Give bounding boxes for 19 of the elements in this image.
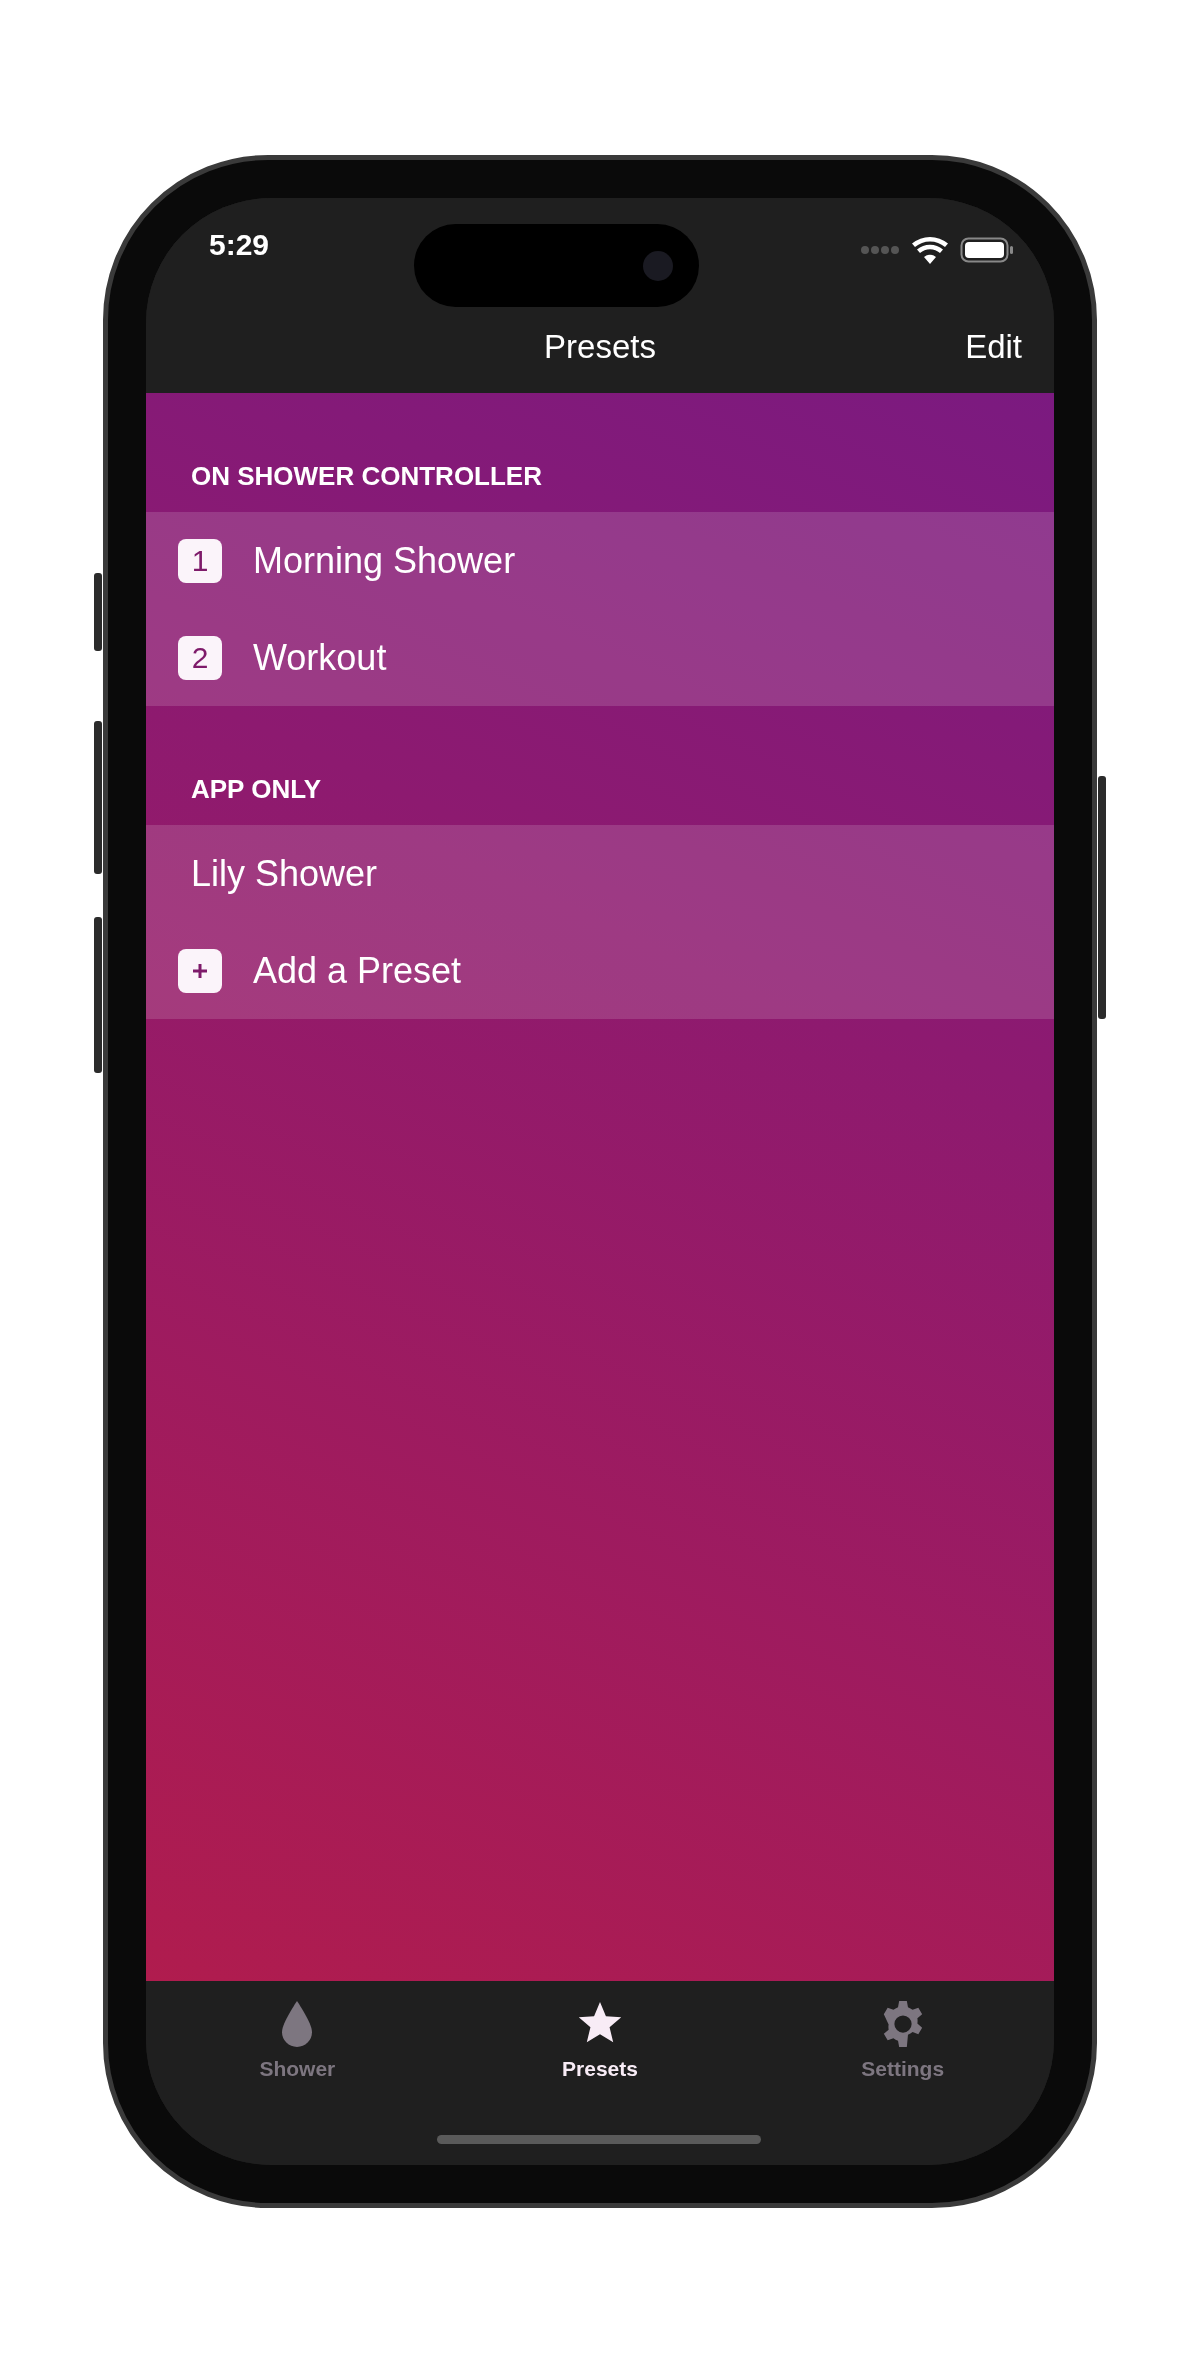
section-header: APP ONLY	[191, 774, 322, 805]
preset-name[interactable]: Workout	[253, 636, 387, 679]
preset-name[interactable]: Lily Shower	[191, 852, 378, 895]
screen-title: Presets	[544, 328, 656, 365]
edit-button[interactable]: Edit	[965, 328, 1022, 366]
number-badge: 2	[178, 635, 222, 680]
tab-item[interactable]: Shower	[146, 1981, 449, 2165]
tab-item[interactable]: Presets	[448, 1981, 752, 2165]
section-header: ON SHOWER CONTROLLER	[191, 461, 542, 492]
status-time: 5:29	[209, 228, 270, 262]
add-icon[interactable]	[178, 948, 222, 993]
drop-icon	[282, 2001, 313, 2047]
preset-name[interactable]: Morning Shower	[253, 539, 516, 582]
add-preset-link[interactable]: Add a Preset	[253, 949, 462, 992]
wifi-icon	[912, 236, 948, 264]
battery-icon	[960, 237, 1014, 263]
signal-icon	[860, 245, 900, 255]
number-badge: 1	[178, 538, 222, 583]
tab-item[interactable]: Settings	[751, 1981, 1054, 2165]
